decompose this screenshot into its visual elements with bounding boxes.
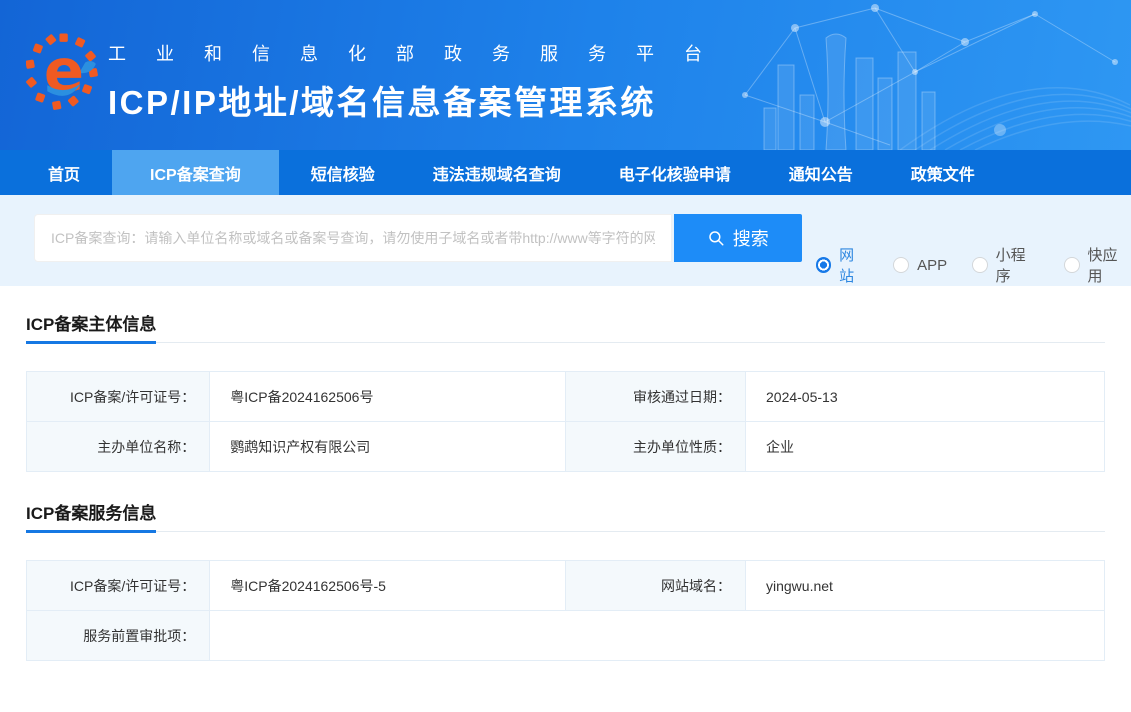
radio-unselected-icon	[972, 257, 988, 273]
search-input[interactable]	[34, 214, 672, 262]
subject-info-section-head: ICP备案主体信息	[26, 316, 1105, 344]
website-domain-value: yingwu.net	[745, 560, 1105, 611]
search-button-label: 搜索	[732, 229, 769, 249]
magnifier-icon	[709, 231, 724, 246]
website-domain-label: 网站域名：	[564, 560, 747, 611]
license-number-label: ICP备案/许可证号：	[25, 371, 211, 422]
search-type-options: 网站 APP 小程序 快应用	[815, 244, 1131, 286]
approval-date-label: 审核通过日期：	[564, 371, 747, 422]
service-info-table: ICP备案/许可证号： 粤ICP备2024162506号-5 网站域名： yin…	[25, 560, 1105, 661]
nav-item-icp-query[interactable]: ICP备案查询	[112, 150, 279, 195]
subject-info-title: ICP备案主体信息	[26, 316, 157, 344]
nav-item-notices[interactable]: 通知公告	[763, 150, 879, 195]
main-nav: 首页 ICP备案查询 短信核验 违法违规域名查询 电子化核验申请 通知公告 政策…	[0, 150, 1131, 195]
service-info-title: ICP备案服务信息	[26, 505, 157, 533]
table-row: 主办单位名称： 鹦鹉知识产权有限公司 主办单位性质： 企业	[25, 421, 1105, 472]
organizer-name-label: 主办单位名称：	[25, 421, 211, 472]
nav-item-e-verification[interactable]: 电子化核验申请	[593, 150, 757, 195]
table-row: ICP备案/许可证号： 粤ICP备2024162506号 审核通过日期： 202…	[25, 371, 1105, 422]
nav-item-policy-files[interactable]: 政策文件	[885, 150, 1001, 195]
subject-info-table: ICP备案/许可证号： 粤ICP备2024162506号 审核通过日期： 202…	[25, 371, 1105, 472]
organizer-nature-value: 企业	[745, 421, 1105, 472]
nav-item-home[interactable]: 首页	[22, 150, 106, 195]
nav-item-sms-verify[interactable]: 短信核验	[285, 150, 401, 195]
search-section: 搜索 网站 APP 小程序 快应用	[0, 195, 1131, 286]
header-city-decoration	[742, 4, 1131, 150]
radio-option-miniprogram[interactable]: 小程序	[972, 244, 1039, 286]
organizer-name-value: 鹦鹉知识产权有限公司	[209, 421, 566, 472]
pre-approval-label: 服务前置审批项：	[25, 610, 211, 661]
radio-option-app[interactable]: APP	[893, 257, 947, 274]
service-license-number-value: 粤ICP备2024162506号-5	[209, 560, 566, 611]
service-license-number-label: ICP备案/许可证号：	[25, 560, 211, 611]
table-row: 服务前置审批项：	[25, 610, 1105, 661]
organizer-nature-label: 主办单位性质：	[564, 421, 747, 472]
pre-approval-value	[209, 610, 1105, 661]
radio-option-website[interactable]: 网站	[815, 244, 868, 286]
main-content: ICP备案主体信息 ICP备案/许可证号： 粤ICP备2024162506号 审…	[0, 316, 1131, 661]
gear-e-logo-icon: e	[26, 33, 98, 110]
radio-unselected-icon	[893, 257, 910, 273]
site-title: ICP/IP地址/域名信息备案管理系统	[108, 84, 657, 121]
license-number-value: 粤ICP备2024162506号	[209, 371, 566, 422]
platform-subtitle: 工业和信息化部政务服务平台	[108, 44, 732, 64]
table-row: ICP备案/许可证号： 粤ICP备2024162506号-5 网站域名： yin…	[25, 560, 1105, 611]
header-text: 工业和信息化部政务服务平台 ICP/IP地址/域名信息备案管理系统	[108, 40, 732, 124]
page: e 工业和信息化部政务服务平台 ICP/IP地址/域名信息备案管理系统 首页 I…	[0, 0, 1131, 712]
header-banner: e 工业和信息化部政务服务平台 ICP/IP地址/域名信息备案管理系统	[0, 0, 1131, 150]
radio-unselected-icon	[1064, 257, 1080, 273]
search-button[interactable]: 搜索	[673, 214, 802, 262]
radio-option-quickapp[interactable]: 快应用	[1064, 244, 1131, 286]
service-info-section-head: ICP备案服务信息	[26, 505, 1105, 533]
radio-selected-icon	[815, 257, 832, 273]
nav-item-illegal-domain-query[interactable]: 违法违规域名查询	[407, 150, 587, 195]
approval-date-value: 2024-05-13	[745, 371, 1105, 422]
